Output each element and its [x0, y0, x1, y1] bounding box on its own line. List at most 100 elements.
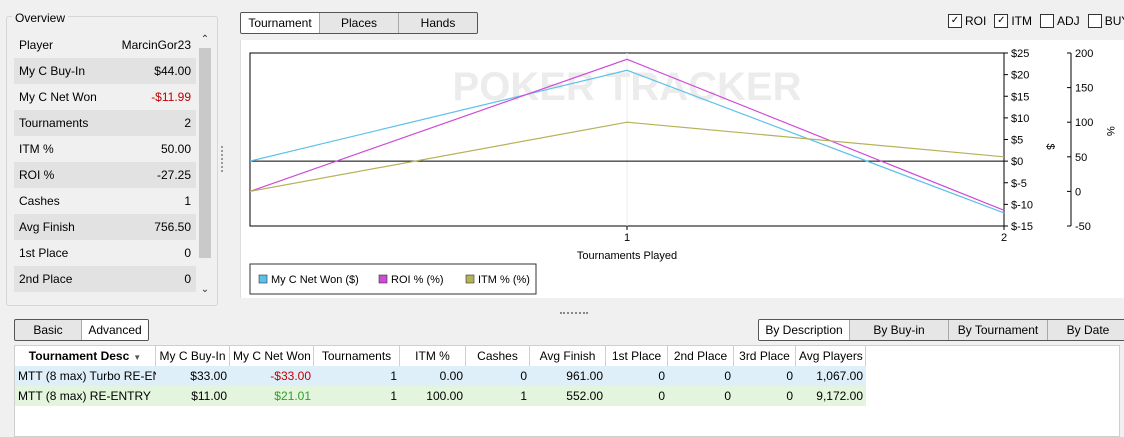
tab-places[interactable]: Places: [320, 13, 399, 33]
column-header-label: ITM %: [415, 349, 450, 363]
table-cell: 0: [520, 369, 527, 383]
column-header[interactable]: ITM %: [400, 346, 466, 366]
table-cell: $11.00: [191, 389, 227, 403]
checkbox-buy[interactable]: BUY: [1087, 14, 1124, 28]
x-tick-label: 2: [1001, 232, 1007, 244]
column-header[interactable]: My C Net Won: [230, 346, 314, 366]
table-cell: MTT (8 max) Turbo RE-ENTRY: [18, 369, 156, 383]
table-cell: 1,067.00: [816, 369, 863, 383]
checkbox-label: ITM: [1011, 14, 1033, 28]
legend-swatch: [465, 274, 475, 284]
checkbox-roi[interactable]: ✓ ROI: [948, 14, 986, 28]
table-cell: 0: [786, 369, 793, 383]
left-tick-label: $25: [1011, 48, 1029, 60]
overview-row-value: -$11.99: [151, 90, 191, 104]
legend-swatch: [258, 274, 268, 284]
overview-row: ITM % 50.00: [14, 136, 196, 162]
tab-by-buy-in[interactable]: By Buy-in: [850, 320, 949, 340]
legend-label: ITM % (%): [478, 274, 530, 286]
column-header[interactable]: 2nd Place: [668, 346, 734, 366]
overview-row-value: 1: [184, 194, 191, 208]
overview-row-value: 0: [184, 272, 191, 286]
overview-row-label: ITM %: [19, 142, 54, 156]
checkbox-box[interactable]: [1087, 14, 1102, 28]
checkbox-itm[interactable]: ✓ ITM: [994, 14, 1032, 28]
tab-hands[interactable]: Hands: [399, 13, 477, 33]
scroll-up-icon[interactable]: ⌃: [198, 34, 212, 45]
column-header-label: Avg Players: [799, 349, 863, 363]
sort-tab-bar: By Description By Buy-in By Tournament B…: [758, 319, 1124, 341]
legend-swatch: [378, 274, 388, 284]
column-header[interactable]: Tournaments: [314, 346, 400, 366]
column-header-label: Avg Finish: [539, 349, 596, 363]
checkmark-icon[interactable]: ✓: [948, 14, 962, 28]
checkmark-icon[interactable]: ✓: [994, 14, 1009, 28]
checkbox-adj[interactable]: ADJ: [1040, 14, 1080, 28]
table-cell: -$33.00: [270, 369, 311, 383]
overview-stats-list: Player MarcinGor23 My C Buy-In $44.00 My C N…: [14, 32, 196, 292]
overview-scrollbar-thumb[interactable]: [199, 48, 211, 258]
table-cell: 0: [786, 389, 793, 403]
overview-row-label: 2nd Place: [19, 272, 73, 286]
legend-label: ROI % (%): [391, 274, 444, 286]
column-header-label: My C Buy-In: [159, 349, 226, 363]
checkbox-label: ROI: [965, 14, 987, 28]
column-header[interactable]: 1st Place: [606, 346, 668, 366]
overview-row-label: Avg Finish: [19, 220, 75, 234]
table-cell: 1: [390, 389, 397, 403]
checkbox-label: BUY: [1104, 14, 1124, 28]
tab-tournament[interactable]: Tournament: [241, 13, 320, 33]
overview-row: 1st Place 0: [14, 240, 196, 266]
checkbox-box[interactable]: [1040, 14, 1055, 28]
left-axis-unit: $: [1044, 144, 1056, 150]
overview-row: Tournaments 2: [14, 110, 196, 136]
tab-advanced[interactable]: Advanced: [82, 320, 148, 340]
overview-row: Avg Finish 756.50: [14, 214, 196, 240]
table-cell: 552.00: [566, 389, 603, 403]
table-cell: 1: [390, 369, 397, 383]
overview-row: 2nd Place 0: [14, 266, 196, 292]
tab-basic[interactable]: Basic: [15, 320, 82, 340]
net-won-chart: POKER TRACKER$25$20$15$10$5$0$-5$-10$-15…: [249, 48, 1116, 295]
scroll-down-icon[interactable]: ⌄: [198, 284, 212, 295]
column-header-label: Tournament Desc: [28, 349, 130, 363]
left-tick-label: $-15: [1011, 221, 1033, 233]
tab-by-description[interactable]: By Description: [759, 320, 850, 340]
overview-row: My C Net Won -$11.99: [14, 84, 196, 110]
tab-by-tournament[interactable]: By Tournament: [949, 320, 1048, 340]
overview-row-value: 0: [184, 246, 191, 260]
table-cell: MTT (8 max) RE-ENTRY: [18, 389, 151, 403]
x-tick-label: 1: [624, 232, 630, 244]
chart-tab-bar: Tournament Places Hands: [240, 12, 478, 34]
overview-row: Cashes 1: [14, 188, 196, 214]
chart-panel: POKER TRACKER $25 $20 $15 $10 $5 $0 $-5 $-10 $-15…: [240, 40, 1124, 298]
left-tick-label: $0: [1011, 156, 1023, 168]
vertical-splitter-handle[interactable]: [221, 146, 226, 172]
column-header[interactable]: Tournament Desc ▼: [15, 346, 156, 366]
column-header[interactable]: My C Buy-In: [156, 346, 230, 366]
column-header-label: Tournaments: [321, 349, 392, 363]
table-row[interactable]: MTT (8 max) Turbo RE-ENTRY $33.00 -$33.00 1…: [15, 366, 866, 386]
column-header[interactable]: Avg Players: [796, 346, 866, 366]
overview-row: ROI % -27.25: [14, 162, 196, 188]
table-cell: $33.00: [190, 369, 227, 383]
left-axis: $25 $20 $15 $10 $5 $0 $-5 $-10 $-15: [1004, 48, 1033, 233]
overview-row-value: 50.00: [160, 142, 191, 156]
overview-row: Player MarcinGor23: [14, 32, 196, 58]
column-header[interactable]: Avg Finish: [530, 346, 606, 366]
tournament-grid: Tournament Desc ▼ My C Buy-In My C Net Won T…: [14, 345, 1120, 437]
column-header[interactable]: 3rd Place: [734, 346, 796, 366]
overview-row-label: ROI %: [19, 168, 55, 182]
overview-row-label: 1st Place: [19, 246, 69, 260]
horizontal-splitter-handle[interactable]: [560, 312, 588, 316]
table-row[interactable]: MTT (8 max) RE-ENTRY $11.00 $21.01 1 100.00 1…: [15, 386, 866, 406]
left-tick-label: $15: [1011, 91, 1029, 103]
right-axis: 200 150 100 50 0 -50: [1067, 48, 1093, 233]
tab-by-date[interactable]: By Date: [1048, 320, 1124, 340]
column-header-label: 1st Place: [611, 349, 662, 363]
column-header[interactable]: Cashes: [466, 346, 530, 366]
left-tick-label: $-10: [1011, 199, 1033, 211]
table-cell: 0.00: [439, 369, 463, 383]
right-tick-label: 0: [1075, 186, 1081, 198]
overview-row-label: Player: [19, 38, 54, 52]
